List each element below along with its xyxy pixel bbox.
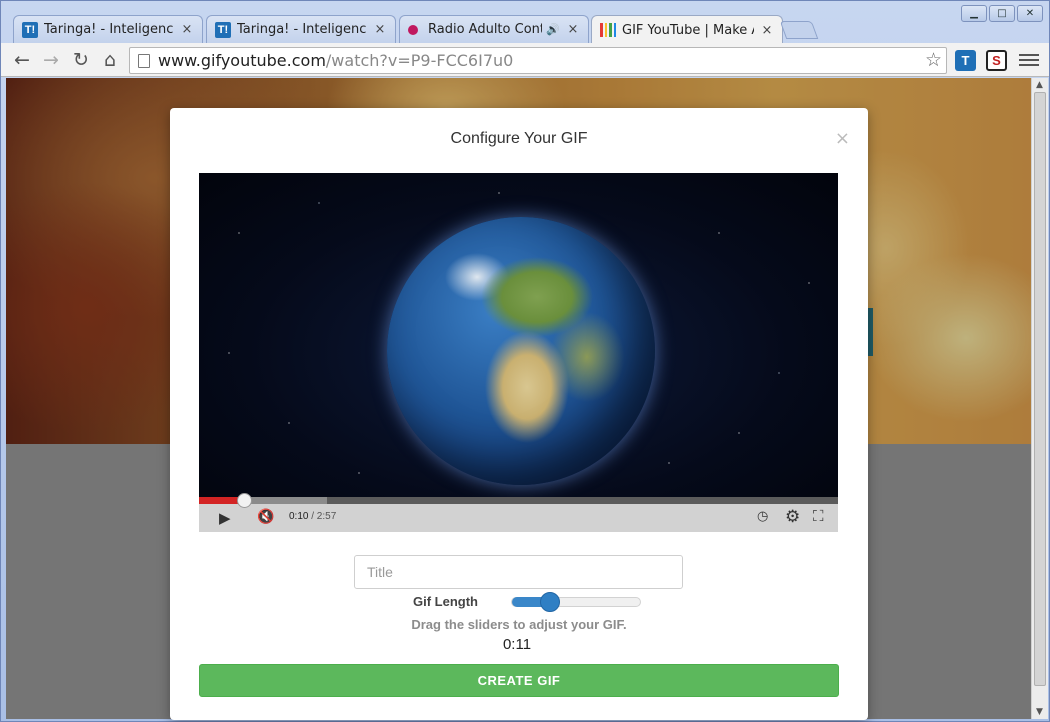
address-bar[interactable]: www.gifyoutube.com/watch?v=P9-FCC6I7u0 ☆ <box>129 47 947 74</box>
earth-globe-image <box>387 217 655 485</box>
taringa-icon: T! <box>22 21 38 38</box>
close-icon[interactable]: × <box>835 128 850 149</box>
scroll-up-icon[interactable]: ▲ <box>1036 80 1043 90</box>
close-window-button[interactable]: ✕ <box>1017 5 1043 22</box>
slider-hint: Drag the sliders to adjust your GIF. <box>411 617 627 632</box>
tab-close-icon[interactable]: × <box>373 22 387 37</box>
tab-close-icon[interactable]: × <box>180 22 194 37</box>
tab-title: Taringa! - Inteligencia <box>44 22 174 37</box>
gif-duration: 0:11 <box>502 636 532 653</box>
tab-close-icon[interactable]: × <box>566 22 580 37</box>
url-host: www.gifyoutube.com <box>158 51 326 70</box>
modal-title: Configure Your GIF <box>450 130 588 147</box>
play-icon[interactable]: ▶ <box>219 509 231 527</box>
page-icon <box>138 53 150 68</box>
new-tab-button[interactable] <box>779 21 819 39</box>
browser-toolbar: ← → ↻ ⌂ www.gifyoutube.com/watch?v=P9-FC… <box>1 43 1049 77</box>
mute-icon[interactable]: 🔇 <box>257 509 274 525</box>
page-scrollbar[interactable]: ▲ ▼ <box>1031 78 1048 719</box>
gifyoutube-bars-icon <box>600 22 616 38</box>
bookmark-star-icon[interactable]: ☆ <box>925 49 942 71</box>
video-time: 0:10 / 2:57 <box>289 511 336 522</box>
gif-length-slider[interactable] <box>511 592 641 612</box>
create-gif-button[interactable]: CREATE GIF <box>199 664 839 697</box>
tab-taringa-2[interactable]: T! Taringa! - Inteligencia × <box>206 15 396 43</box>
chrome-menu-icon[interactable] <box>1019 49 1039 71</box>
progress-scrubber[interactable] <box>236 493 252 508</box>
video-player[interactable]: ▶ 🔇 0:10 / 2:57 ◷ ⚙ ⛶ <box>199 173 838 532</box>
video-progress-bar[interactable] <box>199 493 838 508</box>
home-icon[interactable]: ⌂ <box>98 48 122 72</box>
tab-radio-adulto[interactable]: Radio Adulto Conte 🔊 × <box>399 15 589 43</box>
browser-window: T! Taringa! - Inteligencia × T! Taringa!… <box>0 0 1050 722</box>
radio-dot-icon <box>408 24 418 35</box>
minimize-button[interactable]: ▁ <box>961 5 987 22</box>
gear-icon[interactable]: ⚙ <box>785 507 800 527</box>
scroll-down-icon[interactable]: ▼ <box>1036 707 1043 717</box>
title-input[interactable] <box>354 555 683 589</box>
tab-strip: T! Taringa! - Inteligencia × T! Taringa!… <box>1 1 1050 44</box>
tab-title: Radio Adulto Conte <box>428 22 543 37</box>
s-extension-icon[interactable]: S <box>986 50 1007 71</box>
tab-title: GIF YouTube | Make Ar <box>622 22 754 38</box>
url-text: www.gifyoutube.com/watch?v=P9-FCC6I7u0 <box>158 51 513 70</box>
current-time: 0:10 <box>289 511 309 522</box>
watch-later-icon[interactable]: ◷ <box>757 509 768 524</box>
tab-gifyoutube[interactable]: GIF YouTube | Make Ar × <box>591 15 783 44</box>
url-path: /watch?v=P9-FCC6I7u0 <box>325 51 514 70</box>
window-controls: ▁ □ ✕ <box>961 5 1043 22</box>
taringa-icon: T! <box>215 21 231 38</box>
fullscreen-icon[interactable]: ⛶ <box>813 507 824 525</box>
scrollbar-thumb[interactable] <box>1034 92 1046 686</box>
reload-icon[interactable]: ↻ <box>69 48 93 72</box>
maximize-button[interactable]: □ <box>989 5 1015 22</box>
video-controls: ▶ 🔇 0:10 / 2:57 ◷ ⚙ ⛶ <box>199 493 838 532</box>
back-arrow-icon[interactable]: ← <box>10 48 34 72</box>
gif-length-label: Gif Length <box>413 594 478 609</box>
tab-title: Taringa! - Inteligencia <box>237 22 367 37</box>
slider-handle[interactable] <box>540 592 561 612</box>
forward-arrow-icon[interactable]: → <box>39 48 63 72</box>
tab-close-icon[interactable]: × <box>760 23 774 38</box>
taringa-extension-icon[interactable]: T <box>955 50 976 71</box>
configure-gif-modal: Configure Your GIF × ▶ 🔇 0:10 / 2:57 ◷ ⚙… <box>170 108 868 720</box>
total-time: / 2:57 <box>311 511 337 522</box>
tab-taringa-1[interactable]: T! Taringa! - Inteligencia × <box>13 15 203 43</box>
audio-playing-icon[interactable]: 🔊 <box>546 23 560 36</box>
